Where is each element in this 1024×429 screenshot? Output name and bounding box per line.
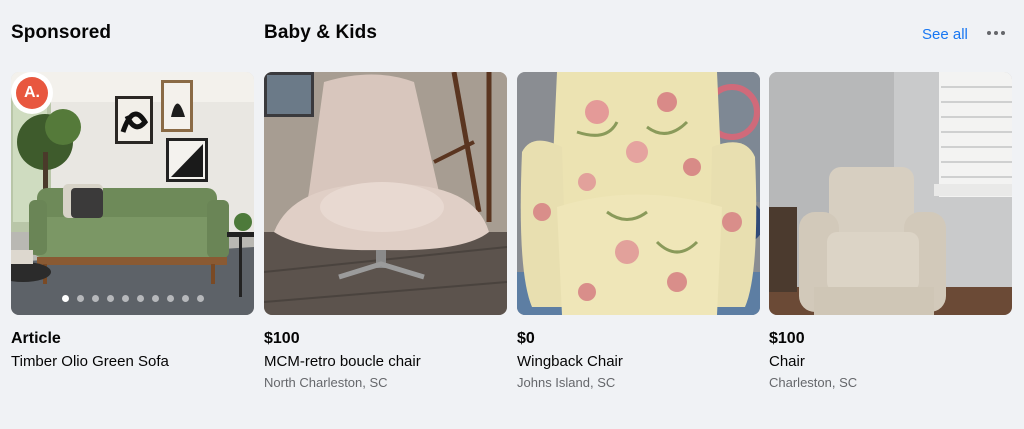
listing-image[interactable]	[769, 72, 1012, 315]
listing-title[interactable]: Wingback Chair	[517, 352, 760, 371]
listing-card[interactable]: $100 Chair Charleston, SC	[769, 72, 1012, 391]
listing-price: $100	[769, 330, 805, 347]
recliner-chair-photo	[769, 72, 1012, 315]
advertiser-name[interactable]: Article	[11, 329, 254, 349]
sponsored-product-title[interactable]: Timber Olio Green Sofa	[11, 352, 254, 371]
listing-image[interactable]	[264, 72, 507, 315]
carousel-dot[interactable]	[181, 295, 189, 302]
listing-card[interactable]: $100 MCM-retro boucle chair North Charle…	[264, 72, 507, 391]
more-options-button[interactable]	[983, 20, 1009, 46]
boucle-chair-photo	[264, 72, 507, 315]
wingback-chair-photo	[517, 72, 760, 315]
listing-image[interactable]	[517, 72, 760, 315]
carousel-dot[interactable]	[61, 295, 69, 302]
brand-logo: A.	[11, 72, 53, 114]
brand-initial: A.	[16, 77, 48, 109]
listing-price: $100	[264, 330, 300, 347]
listing-title[interactable]: Chair	[769, 352, 1012, 371]
listing-location: Johns Island, SC	[517, 375, 616, 390]
carousel-indicator	[11, 295, 254, 302]
carousel-dot[interactable]	[166, 295, 174, 302]
listing-price: $0	[517, 330, 535, 347]
more-horizontal-icon	[987, 31, 1005, 35]
sponsored-card[interactable]: A. Article Timber Olio Green Sofa	[11, 72, 254, 371]
category-heading: Baby & Kids	[264, 22, 378, 43]
sponsored-heading: Sponsored	[11, 22, 112, 43]
carousel-dot[interactable]	[196, 295, 204, 302]
carousel-dot[interactable]	[151, 295, 159, 302]
carousel-dot[interactable]	[136, 295, 144, 302]
see-all-link[interactable]: See all	[922, 26, 968, 43]
carousel-dot[interactable]	[76, 295, 84, 302]
listing-title[interactable]: MCM-retro boucle chair	[264, 352, 507, 371]
green-sofa-photo	[11, 72, 254, 315]
carousel-dot[interactable]	[106, 295, 114, 302]
carousel-dot[interactable]	[91, 295, 99, 302]
listing-card[interactable]: $0 Wingback Chair Johns Island, SC	[517, 72, 760, 391]
sponsored-product-image[interactable]: A.	[11, 72, 254, 315]
carousel-dot[interactable]	[121, 295, 129, 302]
listing-location: North Charleston, SC	[264, 375, 388, 390]
listing-location: Charleston, SC	[769, 375, 858, 390]
